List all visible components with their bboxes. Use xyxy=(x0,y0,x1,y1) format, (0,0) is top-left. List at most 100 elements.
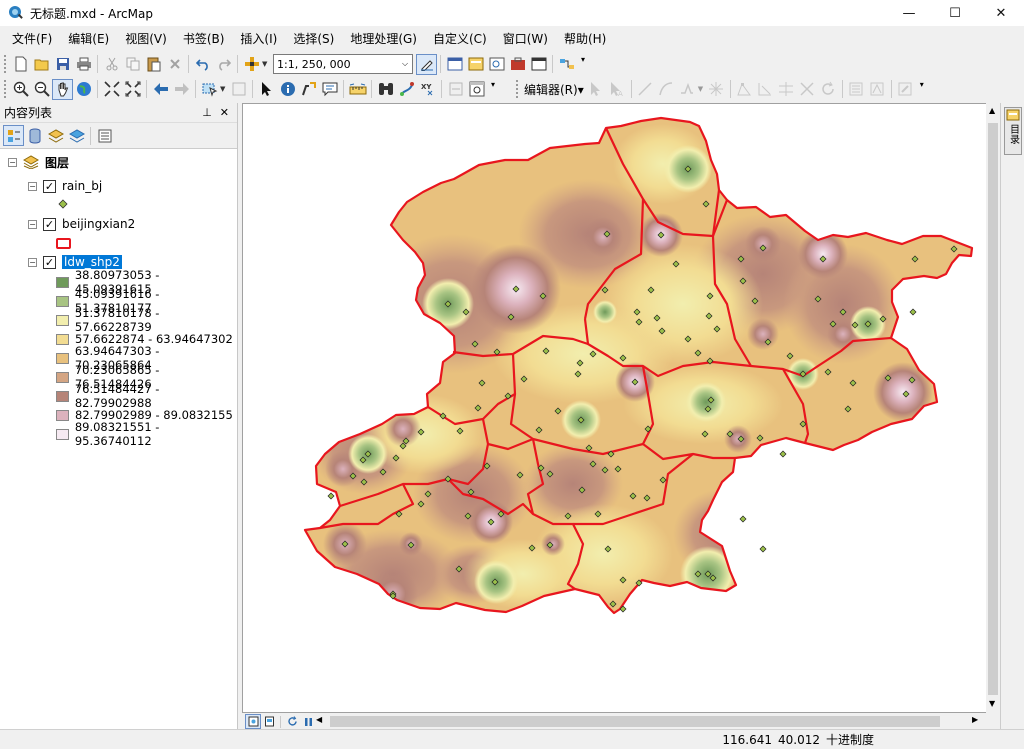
layer-name[interactable]: beijingxian2 xyxy=(62,217,135,231)
layer-name[interactable]: rain_bj xyxy=(62,179,102,193)
html-popup-button[interactable] xyxy=(319,79,340,100)
layout-view-button[interactable] xyxy=(261,714,277,729)
save-button[interactable] xyxy=(52,54,73,75)
layer-visibility-checkbox[interactable]: ✓ xyxy=(43,217,56,231)
select-dropdown-icon[interactable]: ▼ xyxy=(220,85,228,93)
hyperlink-button[interactable] xyxy=(298,79,319,100)
menu-bookmarks[interactable]: 书签(B) xyxy=(175,27,233,51)
list-by-visibility-button[interactable] xyxy=(45,125,66,146)
undo-button[interactable] xyxy=(192,54,213,75)
vertical-scroll-thumb[interactable] xyxy=(988,123,998,695)
forward-extent-button[interactable] xyxy=(171,79,192,100)
create-viewer-window-button[interactable] xyxy=(466,79,487,100)
new-document-button[interactable] xyxy=(10,54,31,75)
menu-customize[interactable]: 自定义(C) xyxy=(425,27,495,51)
close-icon[interactable]: ✕ xyxy=(220,106,229,119)
menu-geoprocessing[interactable]: 地理处理(G) xyxy=(342,27,425,51)
pin-icon[interactable]: ⊥ xyxy=(202,106,212,119)
scroll-right-icon[interactable]: ▶ xyxy=(972,715,978,724)
add-data-dropdown-icon[interactable]: ▼ xyxy=(262,60,270,68)
pan-button[interactable] xyxy=(52,78,73,100)
list-by-drawing-order-button[interactable] xyxy=(3,125,24,146)
menu-insert[interactable]: 插入(I) xyxy=(232,27,285,51)
list-by-source-button[interactable] xyxy=(24,125,45,146)
menu-file[interactable]: 文件(F) xyxy=(4,27,60,51)
layer-visibility-checkbox[interactable]: ✓ xyxy=(43,255,56,269)
modelbuilder-button[interactable] xyxy=(556,54,577,75)
zoom-out-button[interactable] xyxy=(31,79,52,100)
trace-dropdown-icon[interactable]: ▼ xyxy=(698,85,706,93)
catalog-tab[interactable]: 目录 xyxy=(1004,107,1022,155)
scroll-up-icon[interactable]: ▲ xyxy=(989,106,995,115)
scroll-left-icon[interactable]: ◀ xyxy=(316,715,322,724)
open-button[interactable] xyxy=(31,54,52,75)
toc-options-button[interactable] xyxy=(94,125,115,146)
sketch-properties-button[interactable] xyxy=(867,79,888,100)
attributes-button[interactable] xyxy=(846,79,867,100)
fixed-zoom-out-button[interactable] xyxy=(122,79,143,100)
time-slider-button[interactable] xyxy=(445,79,466,100)
add-data-button[interactable] xyxy=(241,54,262,75)
find-button[interactable] xyxy=(375,79,396,100)
scroll-down-icon[interactable]: ▼ xyxy=(989,699,995,708)
measure-button[interactable] xyxy=(347,79,368,100)
rotate-button[interactable] xyxy=(818,79,839,100)
full-extent-button[interactable] xyxy=(73,79,94,100)
catalog-window-button[interactable] xyxy=(465,54,486,75)
maximize-button[interactable]: ☐ xyxy=(932,0,978,26)
toolbar-grip[interactable] xyxy=(516,80,519,98)
toolbar-grip[interactable] xyxy=(4,55,7,73)
toolbar-grip[interactable] xyxy=(4,80,7,98)
map-view[interactable] xyxy=(242,103,1000,713)
identify-button[interactable] xyxy=(277,79,298,100)
select-elements-button[interactable] xyxy=(256,79,277,100)
collapse-icon[interactable]: − xyxy=(28,181,37,191)
collapse-icon[interactable]: − xyxy=(8,157,17,167)
redo-button[interactable] xyxy=(213,54,234,75)
horizontal-scroll-thumb[interactable] xyxy=(330,716,940,727)
copy-button[interactable] xyxy=(122,54,143,75)
toolbar-overflow[interactable]: ▾ xyxy=(920,80,928,98)
fixed-zoom-in-button[interactable] xyxy=(101,79,122,100)
menu-view[interactable]: 视图(V) xyxy=(117,27,175,51)
pause-drawing-button[interactable] xyxy=(300,714,316,729)
edit-vertices-button[interactable] xyxy=(734,79,755,100)
toc-window-button[interactable] xyxy=(444,54,465,75)
close-button[interactable]: ✕ xyxy=(978,0,1024,26)
list-by-selection-button[interactable] xyxy=(66,125,87,146)
menu-help[interactable]: 帮助(H) xyxy=(556,27,614,51)
trace-button[interactable] xyxy=(677,79,698,100)
paste-button[interactable] xyxy=(143,54,164,75)
toolbar-overflow[interactable]: ▾ xyxy=(581,55,589,73)
menu-windows[interactable]: 窗口(W) xyxy=(495,27,556,51)
map-scale-combobox[interactable]: 1:1, 250, 000 ⌵ xyxy=(273,54,413,74)
search-window-button[interactable] xyxy=(486,54,507,75)
go-to-xy-button[interactable]: XY xyxy=(417,79,438,100)
menu-selection[interactable]: 选择(S) xyxy=(285,27,342,51)
menu-edit[interactable]: 编辑(E) xyxy=(60,27,117,51)
cut-polygons-button[interactable] xyxy=(776,79,797,100)
print-button[interactable] xyxy=(73,54,94,75)
python-window-button[interactable] xyxy=(528,54,549,75)
zoom-in-button[interactable] xyxy=(10,79,31,100)
layer-name-selected[interactable]: ldw_shp2 xyxy=(62,255,122,269)
refresh-button[interactable] xyxy=(284,714,300,729)
chevron-down-icon[interactable]: ⌵ xyxy=(398,55,412,73)
edit-tool-button[interactable] xyxy=(586,79,607,100)
collapse-icon[interactable]: − xyxy=(28,257,37,267)
reshape-feature-button[interactable] xyxy=(755,79,776,100)
layer-visibility-checkbox[interactable]: ✓ xyxy=(43,179,56,193)
map-vertical-scrollbar[interactable]: ▲ ▼ xyxy=(986,103,1000,713)
collapse-icon[interactable]: − xyxy=(28,219,37,229)
minimize-button[interactable]: — xyxy=(886,0,932,26)
arctoolbox-button[interactable] xyxy=(507,54,528,75)
clear-selection-button[interactable] xyxy=(228,79,249,100)
layer-row-beijingxian2[interactable]: − ✓ beijingxian2 xyxy=(28,215,135,233)
cut-button[interactable] xyxy=(101,54,122,75)
map-canvas[interactable] xyxy=(243,104,987,712)
create-features-button[interactable] xyxy=(895,79,916,100)
find-route-button[interactable] xyxy=(396,79,417,100)
select-features-button[interactable] xyxy=(199,79,220,100)
end-point-arc-button[interactable] xyxy=(656,79,677,100)
editor-menu[interactable]: 编辑器(R)▾ xyxy=(522,81,586,98)
